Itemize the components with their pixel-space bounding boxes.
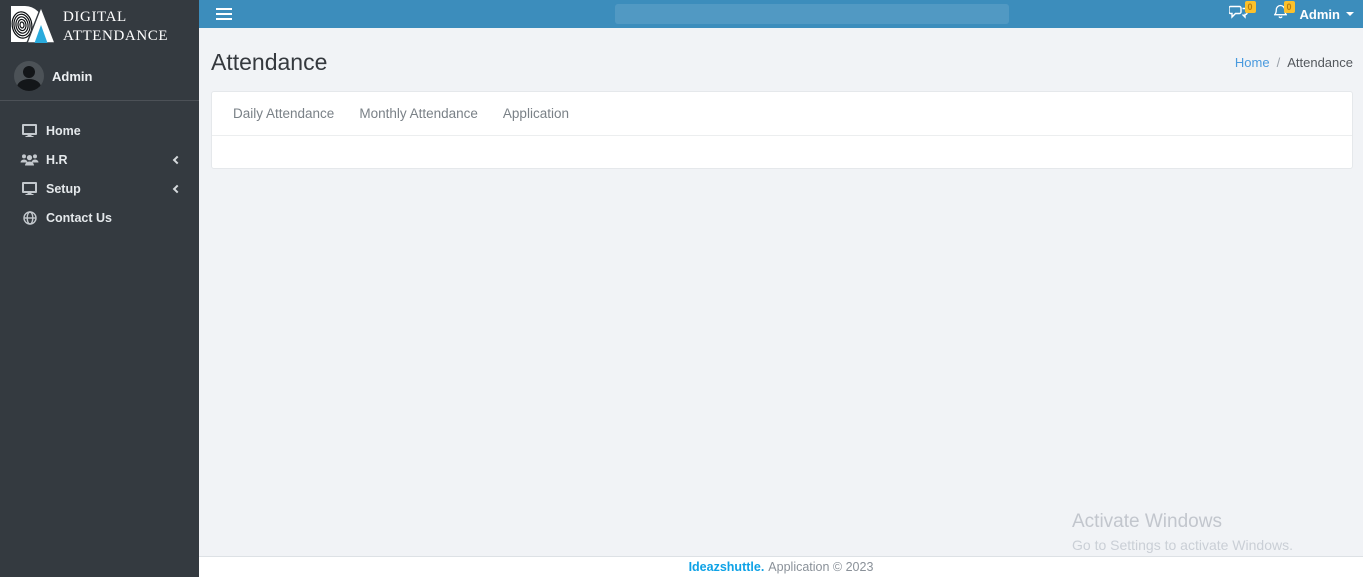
breadcrumb-home-link[interactable]: Home bbox=[1235, 55, 1270, 70]
sidebar-item-label: Home bbox=[46, 123, 81, 138]
chevron-left-icon bbox=[172, 155, 182, 165]
sidebar-item-label: Contact Us bbox=[46, 210, 112, 225]
tab-application[interactable]: Application bbox=[491, 92, 581, 135]
watermark-line2: Go to Settings to activate Windows. bbox=[1072, 537, 1293, 553]
user-avatar bbox=[14, 61, 44, 91]
sidebar: DIGITAL ATTENDANCE Admin Home H.R Setup … bbox=[0, 0, 199, 577]
sidebar-item-setup[interactable]: Setup bbox=[0, 174, 199, 203]
user-dropdown[interactable]: Admin bbox=[1300, 7, 1354, 22]
chevron-left-icon bbox=[172, 184, 182, 194]
breadcrumb: Home / Attendance bbox=[1235, 55, 1353, 70]
tab-monthly-attendance[interactable]: Monthly Attendance bbox=[347, 92, 490, 135]
tabs-row: Daily Attendance Monthly Attendance Appl… bbox=[212, 92, 1352, 136]
monitor-icon bbox=[20, 124, 39, 137]
attendance-card: Daily Attendance Monthly Attendance Appl… bbox=[211, 91, 1353, 169]
notifications-menu[interactable]: 0 bbox=[1272, 1, 1295, 24]
sidebar-item-home[interactable]: Home bbox=[0, 116, 199, 145]
user-panel: Admin bbox=[0, 52, 199, 101]
tab-content-empty bbox=[212, 136, 1352, 168]
brand-name: DIGITAL ATTENDANCE bbox=[63, 9, 169, 44]
tab-daily-attendance[interactable]: Daily Attendance bbox=[221, 92, 346, 135]
activate-windows-watermark: Activate Windows Go to Settings to activ… bbox=[1072, 511, 1293, 553]
topbar-right: 0 0 Admin bbox=[1227, 0, 1363, 28]
sidebar-item-label: H.R bbox=[46, 152, 68, 167]
content-header: Attendance Home / Attendance bbox=[199, 28, 1363, 91]
footer-brand-link[interactable]: Ideazshuttle. bbox=[689, 560, 765, 574]
users-icon bbox=[20, 153, 39, 166]
monitor-icon bbox=[20, 182, 39, 195]
footer-copyright: Application © 2023 bbox=[768, 560, 874, 574]
sidebar-item-contact-us[interactable]: Contact Us bbox=[0, 203, 199, 232]
main-content: Attendance Home / Attendance Daily Atten… bbox=[199, 28, 1363, 556]
hamburger-menu-icon[interactable] bbox=[216, 7, 246, 23]
breadcrumb-current: Attendance bbox=[1287, 55, 1353, 70]
user-name: Admin bbox=[52, 68, 93, 84]
watermark-line1: Activate Windows bbox=[1072, 511, 1222, 532]
footer: Ideazshuttle. Application © 2023 bbox=[199, 556, 1363, 577]
globe-icon bbox=[20, 210, 39, 225]
page-title: Attendance bbox=[211, 49, 328, 75]
messages-menu[interactable]: 0 bbox=[1227, 1, 1256, 24]
brand[interactable]: DIGITAL ATTENDANCE bbox=[0, 0, 199, 52]
messages-count-badge: 0 bbox=[1244, 1, 1256, 13]
user-dropdown-label: Admin bbox=[1299, 6, 1340, 22]
topbar: 0 0 Admin bbox=[199, 0, 1363, 28]
fingerprint-da-logo-icon bbox=[8, 3, 57, 50]
notifications-count-badge: 0 bbox=[1283, 1, 1295, 13]
topbar-search-input[interactable] bbox=[615, 4, 1009, 24]
sidebar-menu: Home H.R Setup Contact Us bbox=[0, 101, 199, 232]
sidebar-item-label: Setup bbox=[46, 181, 81, 196]
caret-down-icon bbox=[1346, 12, 1354, 16]
sidebar-item-hr[interactable]: H.R bbox=[0, 145, 199, 174]
breadcrumb-separator: / bbox=[1276, 55, 1281, 70]
